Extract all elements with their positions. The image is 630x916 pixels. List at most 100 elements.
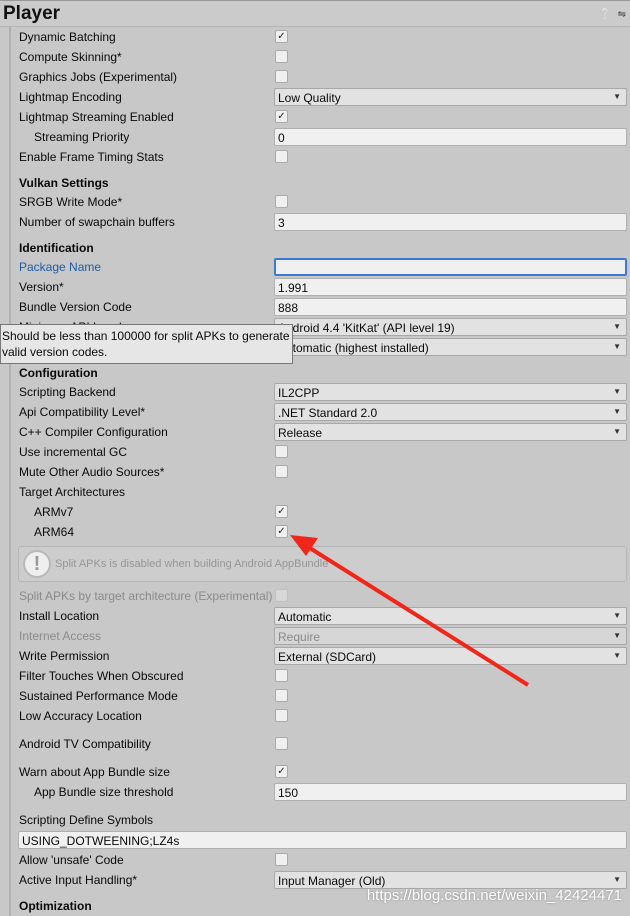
settings-sliders-icon[interactable]: ⇋	[618, 9, 626, 20]
checkbox[interactable]	[275, 70, 288, 83]
checkbox[interactable]: ✓	[275, 110, 288, 123]
checkbox[interactable]: ✓	[275, 765, 288, 778]
field-label: Scripting Backend	[19, 385, 116, 399]
field-label: Scripting Define Symbols	[19, 813, 154, 827]
field-label: Package Name	[19, 260, 102, 274]
field-label: Sustained Performance Mode	[19, 689, 178, 703]
page-title: Player	[3, 3, 61, 24]
row-graphics-jobs-experimental: Graphics Jobs (Experimental)	[0, 67, 630, 87]
dropdown[interactable]: .NET Standard 2.0 ▼	[274, 403, 627, 421]
chevron-down-icon: ▼	[613, 427, 621, 436]
help-icon[interactable]: ❔	[599, 9, 611, 20]
dropdown[interactable]: Low Quality ▼	[274, 88, 627, 106]
field-label: Android TV Compatibility	[19, 737, 151, 751]
field-label: SRGB Write Mode*	[19, 195, 123, 209]
checkbox	[275, 589, 288, 602]
dropdown-value: Require	[278, 630, 321, 644]
row-armv7: ARMv7 ✓	[0, 502, 630, 522]
dropdown: Require ▼	[274, 627, 627, 645]
row-version: Version* 1.991	[0, 277, 630, 297]
player-settings-list: Dynamic Batching ✓ Compute Skinning* Graphi…	[0, 27, 630, 915]
field-label: Dynamic Batching	[19, 30, 116, 44]
tooltip: Should be less than 100000 for split APK…	[0, 324, 293, 364]
checkbox[interactable]: ✓	[275, 505, 288, 518]
field-label: ARM64	[34, 525, 75, 539]
text-input[interactable]: USING_DOTWEENING;LZ4s	[18, 831, 627, 849]
row-configuration: Configuration	[0, 363, 630, 382]
dropdown-value: .NET Standard 2.0	[278, 406, 378, 420]
row-split-apks-by-target-architecture-experimental: Split APKs by target architecture (Exper…	[0, 586, 630, 606]
row-target-architectures: Target Architectures	[0, 482, 630, 502]
chevron-down-icon: ▼	[613, 611, 621, 620]
section-header: Optimization	[19, 899, 92, 913]
dropdown-value: IL2CPP	[278, 386, 320, 400]
dropdown[interactable]: Automatic (highest installed) ▼	[274, 338, 627, 356]
dropdown-value: Automatic (highest installed)	[278, 341, 429, 355]
row-number-of-swapchain-buffers: Number of swapchain buffers 3	[0, 212, 630, 232]
chevron-down-icon: ▼	[613, 387, 621, 396]
text-input[interactable]: 3	[274, 213, 627, 231]
row-warn-about-app-bundle-size: Warn about App Bundle size ✓	[0, 762, 630, 782]
checkbox[interactable]	[275, 669, 288, 682]
field-label: Compute Skinning*	[19, 50, 122, 64]
dropdown[interactable]: Automatic ▼	[274, 607, 627, 625]
checkbox[interactable]	[275, 689, 288, 702]
dropdown-value: Low Quality	[278, 91, 341, 105]
text-input[interactable]: 150	[274, 783, 627, 801]
help-text: Split APKs is disabled when building And…	[55, 558, 329, 570]
dropdown-value: External (SDCard)	[278, 650, 377, 664]
field-label: Use incremental GC	[19, 445, 128, 459]
help-box: ! Split APKs is disabled when building An…	[18, 546, 627, 582]
checkbox[interactable]	[275, 195, 288, 208]
checkbox[interactable]	[275, 853, 288, 866]
row-sustained-performance-mode: Sustained Performance Mode	[0, 686, 630, 706]
row-low-accuracy-location: Low Accuracy Location	[0, 706, 630, 726]
dropdown[interactable]: Release ▼	[274, 423, 627, 441]
dropdown-value: Automatic	[278, 610, 332, 624]
chevron-down-icon: ▼	[613, 631, 621, 640]
text-input[interactable]	[274, 258, 627, 276]
row-lightmap-encoding: Lightmap Encoding Low Quality ▼	[0, 87, 630, 107]
field-label: Streaming Priority	[34, 130, 130, 144]
checkbox[interactable]	[275, 150, 288, 163]
field-label: Low Accuracy Location	[19, 709, 142, 723]
field-label: Active Input Handling*	[19, 873, 138, 887]
dropdown-value: Release	[278, 426, 323, 440]
row-scripting-define-symbols: Scripting Define Symbols	[0, 810, 630, 830]
dropdown[interactable]: IL2CPP ▼	[274, 383, 627, 401]
field-label: Api Compatibility Level*	[19, 405, 146, 419]
section-header: Identification	[19, 241, 94, 255]
checkbox[interactable]: ✓	[275, 30, 288, 43]
row-using-dotweening-lz4s: USING_DOTWEENING;LZ4s	[0, 830, 630, 850]
row-android-tv-compatibility: Android TV Compatibility	[0, 734, 630, 754]
checkbox[interactable]: ✓	[275, 525, 288, 538]
checkbox[interactable]	[275, 465, 288, 478]
dropdown[interactable]: Android 4.4 'KitKat' (API level 19) ▼	[274, 318, 627, 336]
row-scripting-backend: Scripting Backend IL2CPP ▼	[0, 382, 630, 402]
row-write-permission: Write Permission External (SDCard) ▼	[0, 646, 630, 666]
row-install-location: Install Location Automatic ▼	[0, 606, 630, 626]
field-label: Target Architectures	[19, 485, 126, 499]
row-identification: Identification	[0, 238, 630, 257]
text-input[interactable]: 888	[274, 298, 627, 316]
checkbox[interactable]	[275, 737, 288, 750]
chevron-down-icon: ▼	[613, 407, 621, 416]
text-input[interactable]: 1.991	[274, 278, 627, 296]
checkbox[interactable]	[275, 445, 288, 458]
checkbox[interactable]	[275, 709, 288, 722]
row-srgb-write-mode: SRGB Write Mode*	[0, 192, 630, 212]
chevron-down-icon: ▼	[613, 651, 621, 660]
row-api-compatibility-level: Api Compatibility Level* .NET Standard 2.…	[0, 402, 630, 422]
chevron-down-icon: ▼	[613, 875, 621, 884]
chevron-down-icon: ▼	[613, 92, 621, 101]
dropdown[interactable]: External (SDCard) ▼	[274, 647, 627, 665]
row-arm64: ARM64 ✓	[0, 522, 630, 542]
text-input[interactable]: 0	[274, 128, 627, 146]
row-compute-skinning: Compute Skinning*	[0, 47, 630, 67]
field-label: Internet Access	[19, 629, 102, 643]
field-label: ARMv7	[34, 505, 74, 519]
field-label: Allow 'unsafe' Code	[19, 853, 124, 867]
checkbox[interactable]	[275, 50, 288, 63]
field-label: Number of swapchain buffers	[19, 215, 175, 229]
row-dynamic-batching: Dynamic Batching ✓	[0, 27, 630, 47]
